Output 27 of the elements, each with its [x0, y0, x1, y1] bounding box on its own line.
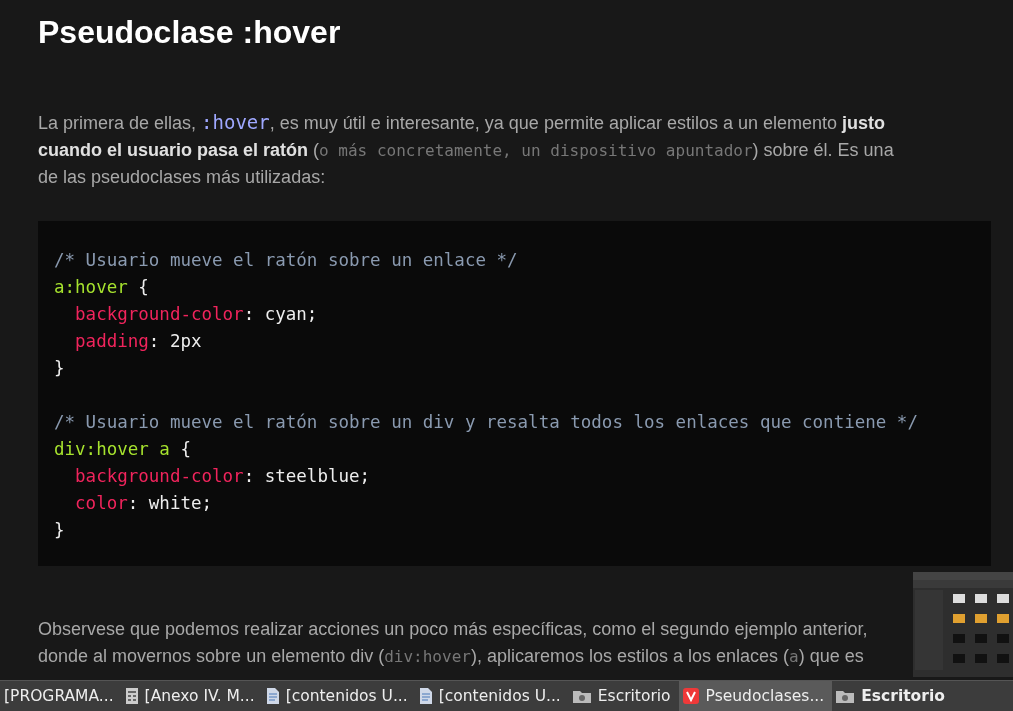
taskbar-item[interactable]: [PROGRAMA...	[0, 681, 122, 711]
code-line: color: white;	[75, 492, 213, 515]
browser-icon	[682, 688, 699, 704]
folder-icon	[836, 689, 855, 703]
taskbar-item[interactable]: Pseudoclases...	[678, 681, 833, 711]
taskbar-item[interactable]: [contenidos U...	[262, 681, 416, 711]
paragraph: Observese que podemos realizar acciones un poco más específicas, como el segundo ejemplo anterior, donde al movernos sobre un elemento div (div:hover), aplicaremos los estilos a los enlaces (a) que es	[38, 618, 869, 668]
code-line: background-color: steelblue;	[75, 465, 371, 488]
taskbar-item[interactable]: [contenidos U...	[415, 681, 569, 711]
code-line: div:hover a {	[54, 438, 191, 461]
code-line: /* Usuario mueve el ratón sobre un div y resalta todos los enlaces que contiene */	[54, 411, 918, 434]
taskbar-item[interactable]: [Anexo IV. M...	[121, 681, 263, 711]
code-line: }	[54, 519, 65, 542]
document-icon	[266, 688, 279, 704]
taskbar-item[interactable]: Escritorio	[832, 681, 953, 711]
page-heading: Pseudoclase :hover	[38, 14, 342, 51]
code-line: }	[54, 357, 65, 380]
code-line: padding: 2px	[75, 330, 202, 353]
paragraph: La primera de ellas, :hover, es muy útil e interesante, ya que permite aplicar estilos a un elemento justo cuando el usuario pasa el ratón (o más concretamente, un dispositivo apuntador) sobre él. Es una de las pseudoclases más utilizadas:	[38, 110, 895, 189]
code-line: /* Usuario mueve el ratón sobre un enlace */	[54, 249, 518, 272]
document-icon	[419, 688, 432, 704]
spreadsheet-icon	[125, 688, 138, 704]
code-line: a:hover {	[54, 276, 149, 299]
code-line: background-color: cyan;	[75, 303, 318, 326]
window-thumbnail-drawing[interactable]	[913, 572, 1013, 677]
folder-icon	[572, 689, 591, 703]
taskbar-item[interactable]: Escritorio	[568, 681, 679, 711]
